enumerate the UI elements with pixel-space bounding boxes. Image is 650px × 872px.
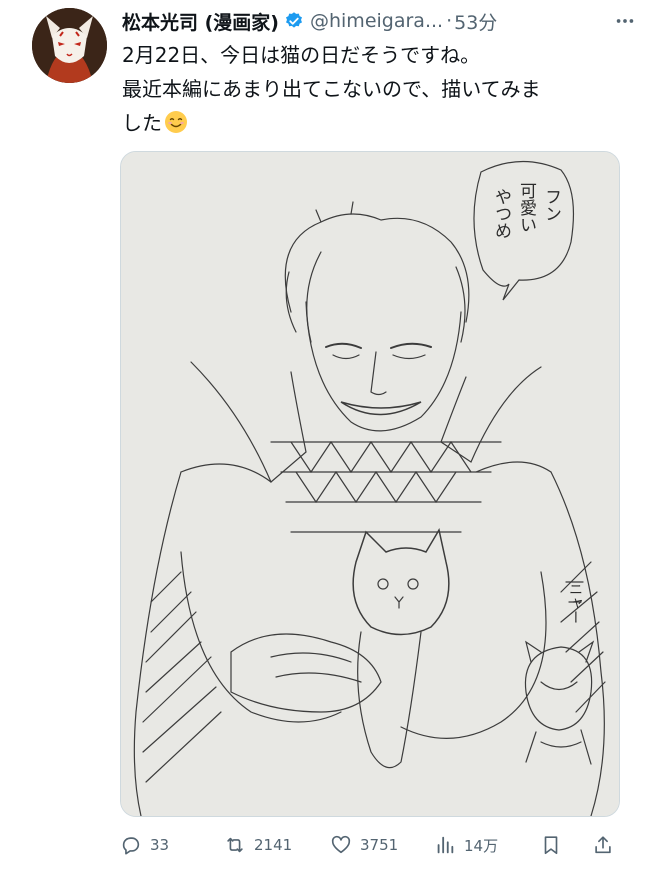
like-button[interactable]: 3751 xyxy=(330,834,398,856)
retweet-button[interactable]: 2141 xyxy=(224,834,292,856)
views-button[interactable]: 14万 xyxy=(434,834,498,856)
retweet-icon xyxy=(227,837,243,853)
fox-mask-icon xyxy=(32,8,107,83)
handle[interactable]: @himeigara... xyxy=(310,10,443,32)
reply-button[interactable]: 33 xyxy=(120,834,169,856)
display-name[interactable]: 松本光司 (漫画家) xyxy=(122,8,279,35)
smiling-face-emoji-icon xyxy=(164,110,188,144)
like-count: 3751 xyxy=(360,836,399,854)
tweet-line: 2月22日、今日は猫の日だそうですね。 xyxy=(122,43,481,67)
speech-bubble-line-1: フン xyxy=(541,188,561,222)
analytics-bar-icon xyxy=(437,836,454,854)
tweet-image[interactable]: フン 可愛い やつめ ニャー xyxy=(120,151,620,817)
bookmark-button[interactable] xyxy=(540,834,562,856)
tweet-line-text: した xyxy=(122,111,162,135)
action-bar: 33 2141 3751 14万 xyxy=(116,829,626,861)
tweet-header: 松本光司 (漫画家) @himeigara... · 53分 xyxy=(122,8,636,34)
heart-icon xyxy=(331,835,351,854)
verified-badge-icon xyxy=(284,11,304,31)
share-button[interactable] xyxy=(592,834,614,856)
more-options-icon[interactable] xyxy=(614,10,636,32)
view-count: 14万 xyxy=(464,836,499,855)
pencil-sketch-illustration: フン 可愛い やつめ ニャー xyxy=(121,152,619,816)
avatar[interactable] xyxy=(32,8,107,83)
bookmark-icon xyxy=(544,836,558,855)
reply-icon xyxy=(122,837,140,855)
speech-bubble-line-2: 可愛い xyxy=(516,182,537,233)
speech-bubble-line-3: やつめ xyxy=(491,188,511,239)
tweet-line: 最近本編にあまり出てこないので、描いてみま xyxy=(122,77,541,101)
timestamp[interactable]: 53分 xyxy=(454,8,497,35)
small-caption: ニャー xyxy=(567,582,583,624)
reply-count: 33 xyxy=(150,836,170,854)
tweet-line-last: した xyxy=(122,106,622,144)
share-icon xyxy=(595,836,611,854)
tweet-text: 2月22日、今日は猫の日だそうですね。 最近本編にあまり出てこないので、描いてみ… xyxy=(122,38,622,144)
separator-dot: · xyxy=(446,10,453,32)
retweet-count: 2141 xyxy=(254,836,293,854)
